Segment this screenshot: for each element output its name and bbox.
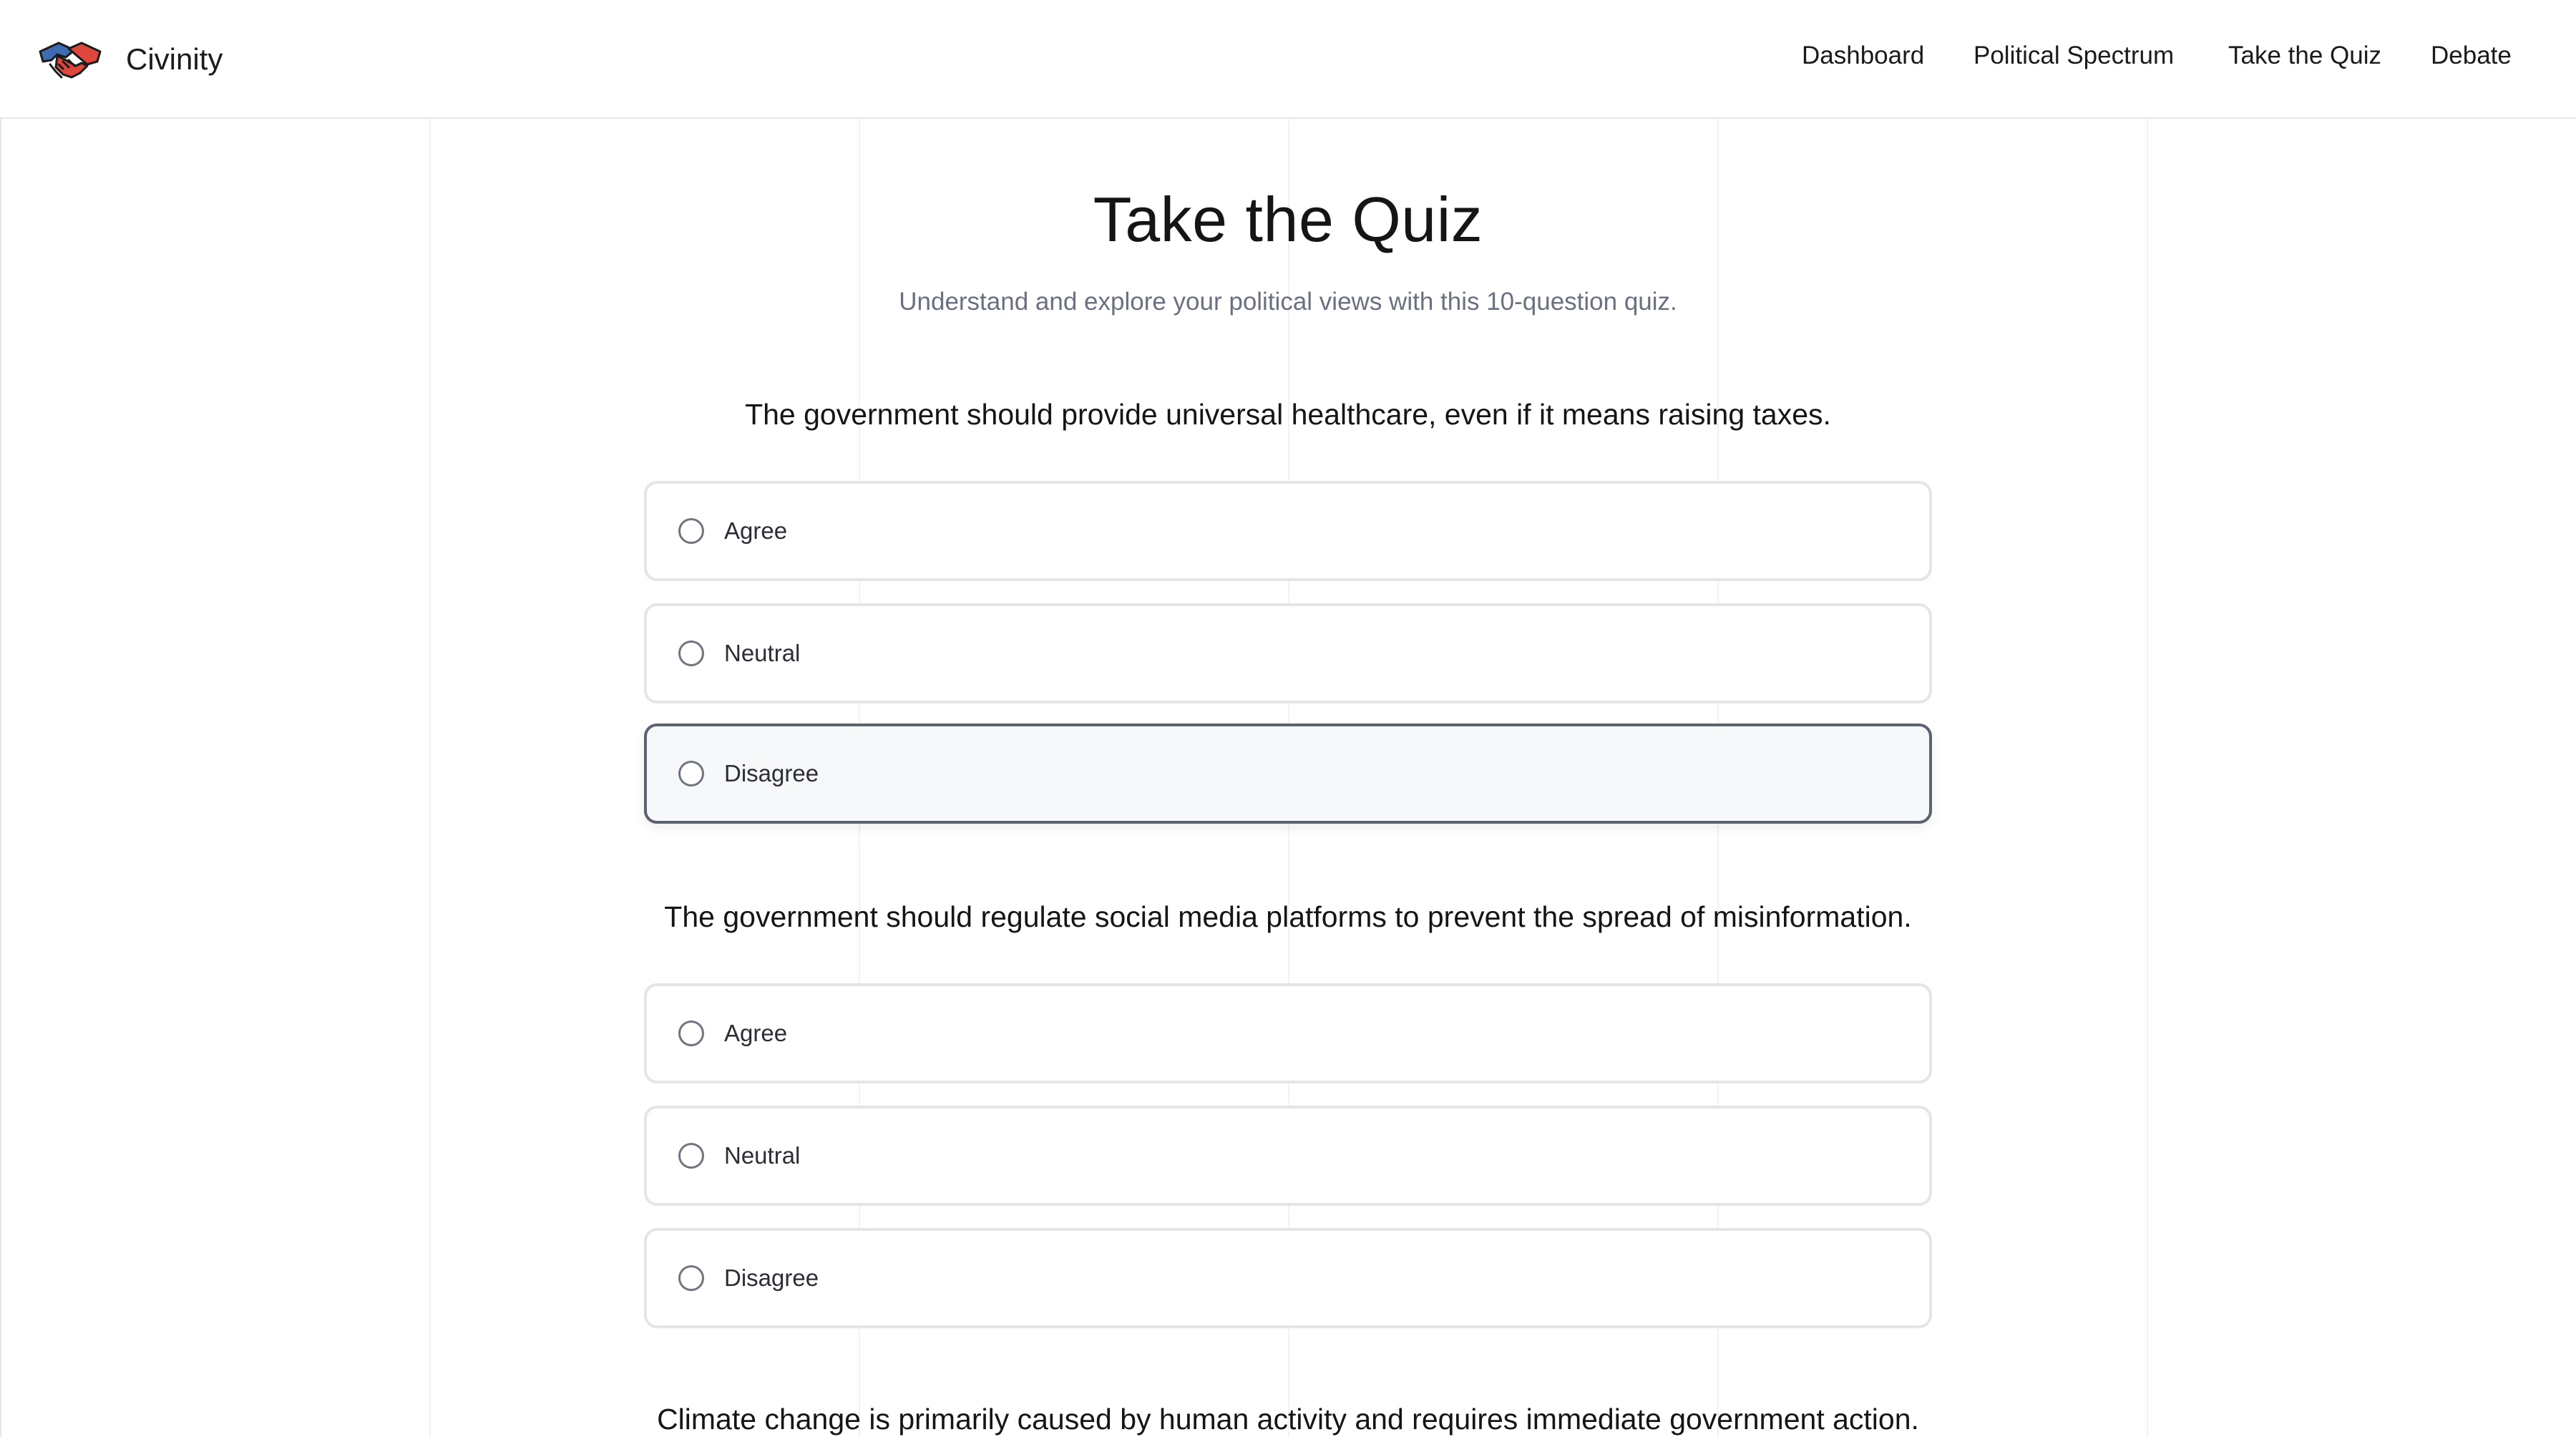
nav-political-spectrum[interactable]: Political Spectrum bbox=[1974, 42, 2174, 70]
option-label: Neutral bbox=[724, 1142, 801, 1169]
radio-button[interactable] bbox=[678, 761, 704, 786]
q2-option-agree[interactable]: Agree bbox=[644, 983, 1932, 1083]
q1-option-neutral[interactable]: Neutral bbox=[644, 603, 1932, 703]
q2-option-disagree[interactable]: Disagree bbox=[644, 1228, 1932, 1328]
nav-take-the-quiz[interactable]: Take the Quiz bbox=[2228, 42, 2381, 70]
page-subtitle: Understand and explore your political vi… bbox=[899, 288, 1677, 316]
brand-name: Civinity bbox=[126, 42, 223, 76]
navbar: Civinity Dashboard Political Spectrum Ta… bbox=[0, 0, 2576, 119]
page-title: Take the Quiz bbox=[1093, 184, 1483, 255]
grid-line bbox=[429, 119, 431, 1437]
option-label: Disagree bbox=[724, 760, 819, 786]
handshake-icon bbox=[39, 42, 102, 79]
question-2-text: The government should regulate social me… bbox=[664, 900, 1912, 933]
option-label: Agree bbox=[724, 517, 788, 544]
q1-option-agree[interactable]: Agree bbox=[644, 481, 1932, 581]
radio-button[interactable] bbox=[678, 1143, 704, 1169]
radio-button[interactable] bbox=[678, 640, 704, 666]
grid-line bbox=[2147, 119, 2148, 1437]
option-label: Neutral bbox=[724, 640, 801, 666]
radio-button[interactable] bbox=[678, 518, 704, 544]
q2-option-neutral[interactable]: Neutral bbox=[644, 1106, 1932, 1206]
radio-button[interactable] bbox=[678, 1020, 704, 1046]
page: Civinity Dashboard Political Spectrum Ta… bbox=[0, 0, 2576, 1437]
brand-link[interactable]: Civinity bbox=[37, 34, 223, 84]
option-label: Disagree bbox=[724, 1265, 819, 1291]
grid-line bbox=[0, 119, 1, 1437]
radio-button[interactable] bbox=[678, 1265, 704, 1291]
question-1-text: The government should provide universal … bbox=[745, 398, 1831, 431]
nav-debate[interactable]: Debate bbox=[2431, 42, 2512, 70]
option-label: Agree bbox=[724, 1020, 788, 1046]
question-3-text: Climate change is primarily caused by hu… bbox=[657, 1403, 1919, 1436]
nav-dashboard[interactable]: Dashboard bbox=[1802, 42, 1924, 70]
q1-option-disagree[interactable]: Disagree bbox=[644, 724, 1932, 824]
